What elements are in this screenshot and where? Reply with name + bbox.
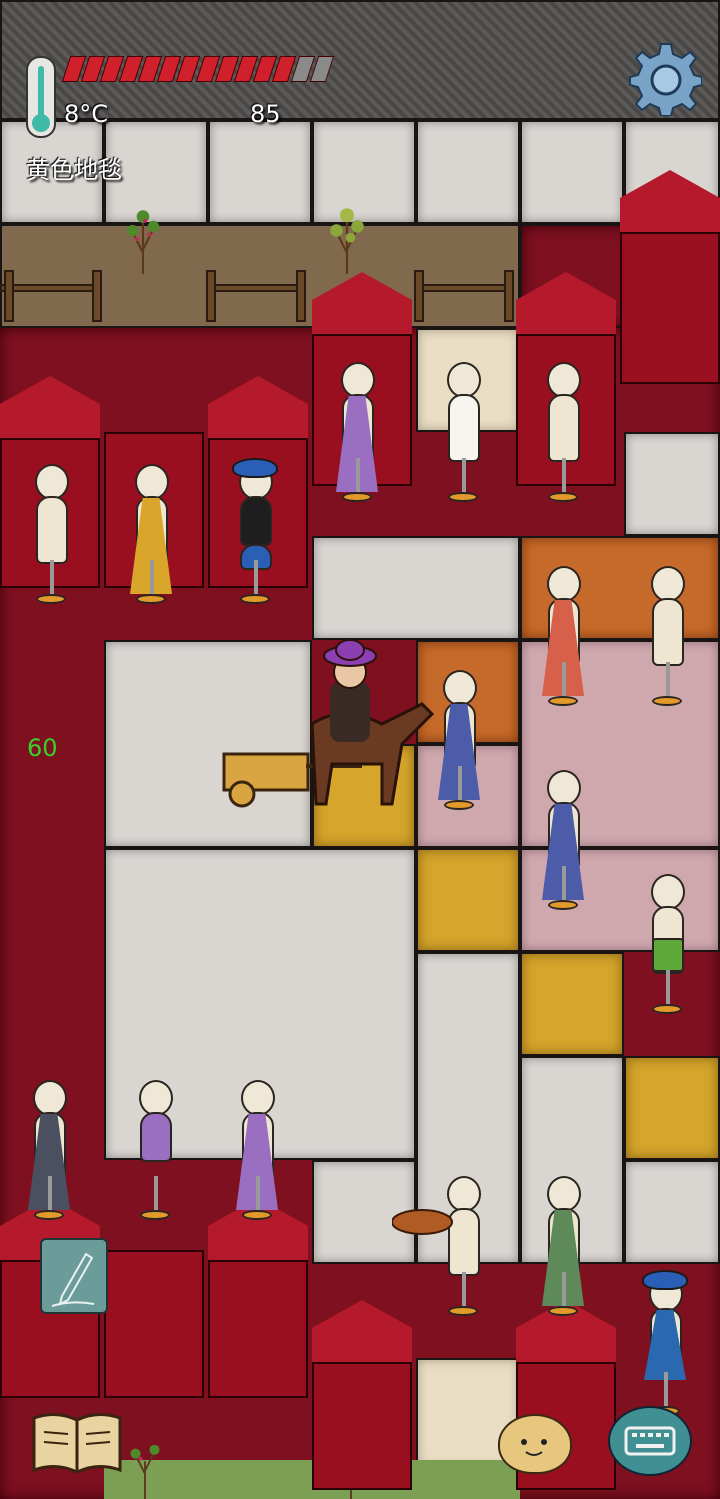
gear-icon[interactable]	[626, 40, 702, 116]
food-bar	[61, 56, 335, 82]
mannequin-purple-dress[interactable]	[330, 362, 384, 512]
fence-post	[92, 270, 102, 322]
wooden-fence	[414, 284, 514, 292]
temperature-readout: 8°C	[64, 100, 109, 128]
fence-post	[4, 270, 14, 322]
game-world[interactable]: 8°C 85 黄色地毯 60	[0, 0, 720, 1499]
mannequin-blue-hat-scarf[interactable]	[638, 1270, 692, 1426]
age-readout: 60	[27, 734, 58, 762]
floor-tile	[416, 120, 520, 224]
open-book-icon[interactable]	[30, 1410, 124, 1476]
mannequin-purple-dress[interactable]	[230, 1080, 284, 1230]
yellow-carpet[interactable]	[520, 952, 624, 1056]
mannequin-yellow-robe[interactable]	[124, 464, 178, 614]
berry-bush[interactable]	[120, 1436, 170, 1499]
food-value: 85	[250, 100, 281, 128]
mannequin[interactable]	[24, 464, 78, 614]
smiley-face-icon[interactable]	[498, 1414, 572, 1474]
fence-post	[504, 270, 514, 322]
red-block[interactable]	[312, 1300, 412, 1490]
mannequin-white-shirt[interactable]	[436, 362, 490, 512]
mannequin-green-robe[interactable]	[536, 1176, 590, 1326]
white-floor	[624, 432, 720, 536]
mannequin-purple-shirt[interactable]	[128, 1080, 182, 1230]
red-block[interactable]	[620, 170, 720, 384]
wooden-fence	[206, 284, 306, 292]
hover-object-label: 黄色地毯	[26, 156, 122, 184]
keyboard-icon[interactable]	[608, 1406, 692, 1476]
player-on-horse-cart[interactable]	[222, 634, 436, 810]
red-block[interactable]	[104, 1250, 204, 1398]
gooseberry-bush[interactable]	[322, 204, 372, 274]
mannequin-blue-hanfu[interactable]	[536, 770, 590, 920]
pencil-icon[interactable]	[40, 1238, 108, 1314]
mannequin-red-hanfu[interactable]	[536, 566, 590, 716]
fence-post	[296, 270, 306, 322]
mannequin-grey-robe[interactable]	[22, 1080, 76, 1230]
mannequin-blue-hanfu[interactable]	[432, 670, 486, 820]
yellow-carpet[interactable]	[416, 848, 520, 952]
dirt-ground	[0, 224, 520, 328]
white-floor	[312, 536, 520, 640]
fence-post	[414, 270, 424, 322]
thermometer-icon	[26, 56, 56, 138]
wooden-fence	[0, 284, 100, 292]
fur-tail-item[interactable]	[392, 1200, 458, 1240]
mannequin-fur-tail[interactable]	[436, 1176, 490, 1326]
white-floor	[624, 1160, 720, 1264]
mannequin[interactable]	[640, 566, 694, 716]
fence-post	[206, 270, 216, 322]
berry-bush[interactable]	[118, 204, 168, 274]
mannequin-grass-skirt[interactable]	[640, 874, 694, 1024]
mannequin[interactable]	[536, 362, 590, 512]
floor-tile	[520, 120, 624, 224]
yellow-carpet[interactable]	[624, 1056, 720, 1160]
floor-tile	[208, 120, 312, 224]
mannequin-blue-hat[interactable]	[228, 458, 282, 614]
